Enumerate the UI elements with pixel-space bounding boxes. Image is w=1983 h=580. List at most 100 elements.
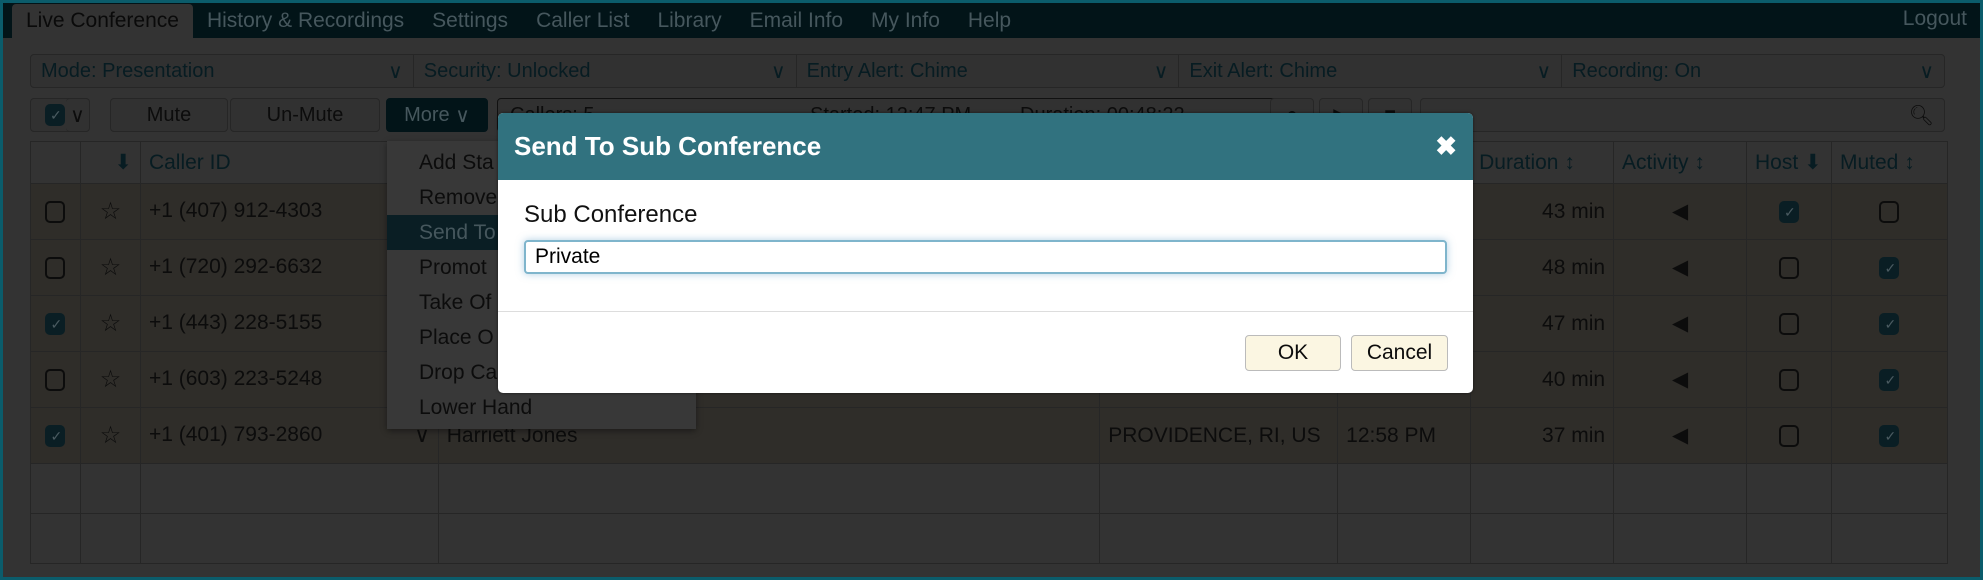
star-cell[interactable]: ☆: [79, 351, 141, 408]
activity-cell: ◀: [1613, 295, 1747, 352]
tab-history-recordings[interactable]: History & Recordings: [193, 4, 418, 38]
conference-settings-bar: Mode: Presentation ∨ Security: Unlocked ∨ …: [30, 54, 1945, 88]
row-select[interactable]: [30, 239, 81, 296]
row-select[interactable]: [30, 295, 81, 352]
host-cell[interactable]: [1746, 183, 1832, 240]
duration-header[interactable]: Duration ↕: [1470, 141, 1615, 184]
sort-icon: ↕: [1694, 150, 1705, 174]
tab-help[interactable]: Help: [954, 4, 1025, 38]
duration-cell: 40 min: [1470, 351, 1615, 408]
entry-alert-select[interactable]: Entry Alert: Chime ∨: [797, 55, 1180, 87]
host-cell[interactable]: [1746, 239, 1832, 296]
muted-checkbox[interactable]: [1879, 200, 1900, 223]
tab-email-info[interactable]: Email Info: [736, 4, 857, 38]
muted-cell[interactable]: [1830, 351, 1949, 408]
select-dropdown[interactable]: ∨: [66, 98, 90, 132]
checkbox[interactable]: [45, 200, 66, 223]
sort-icon: ↕: [1904, 150, 1915, 174]
star-cell[interactable]: ☆: [79, 239, 141, 296]
row-select[interactable]: [30, 183, 81, 240]
muted-cell[interactable]: [1830, 295, 1949, 352]
close-icon[interactable]: ✖: [1435, 113, 1457, 180]
row-select[interactable]: [30, 351, 81, 408]
host-checkbox[interactable]: [1778, 256, 1799, 279]
chevron-down-icon: ∨: [1536, 60, 1552, 83]
logout-link[interactable]: Logout: [1903, 0, 1967, 38]
activity-header[interactable]: Activity ↕: [1613, 141, 1747, 184]
more-button[interactable]: More ∨: [386, 98, 488, 132]
row-select[interactable]: [30, 407, 81, 464]
activity-cell: ◀: [1613, 407, 1747, 464]
sub-conference-label: Sub Conference: [524, 201, 698, 228]
star-icon[interactable]: ☆: [100, 422, 122, 449]
star-icon[interactable]: ☆: [100, 310, 122, 337]
activity-cell: ◀: [1613, 239, 1747, 296]
select-column-header: [30, 141, 81, 184]
location-cell: PROVIDENCE, RI, US: [1099, 407, 1339, 464]
menu-item[interactable]: Lower Hand: [387, 390, 696, 425]
tab-my-info[interactable]: My Info: [857, 4, 954, 38]
muted-cell[interactable]: [1830, 183, 1949, 240]
muted-header[interactable]: Muted ↕: [1830, 141, 1949, 184]
star-icon[interactable]: ☆: [100, 198, 122, 225]
sort-icon: ↕: [1564, 150, 1575, 174]
checkbox[interactable]: [45, 424, 66, 447]
speaker-icon: ◀: [1671, 368, 1689, 391]
caller-id: +1 (443) 228-5155: [148, 311, 323, 334]
sub-conference-input[interactable]: [524, 240, 1447, 274]
recording-select[interactable]: Recording: On ∨: [1562, 55, 1944, 87]
star-icon[interactable]: ☆: [100, 254, 122, 281]
activity-header-label: Activity: [1622, 150, 1689, 174]
exit-alert-select[interactable]: Exit Alert: Chime ∨: [1179, 55, 1563, 87]
mode-select[interactable]: Mode: Presentation ∨: [31, 55, 414, 87]
chevron-down-icon: ∨: [70, 104, 85, 127]
host-checkbox[interactable]: [1778, 368, 1799, 391]
send-to-sub-conference-dialog: Send To Sub Conference ✖ Sub Conference O…: [498, 113, 1473, 393]
security-select[interactable]: Security: Unlocked ∨: [414, 55, 797, 87]
muted-checkbox[interactable]: [1879, 256, 1900, 279]
ok-button[interactable]: OK: [1245, 335, 1341, 371]
muted-checkbox[interactable]: [1879, 368, 1900, 391]
star-icon[interactable]: ☆: [100, 366, 122, 393]
table-row[interactable]: ☆ +1 (401) 793-2860∨ Harriett Jones PROV…: [30, 407, 1949, 464]
entry-alert-label: Entry Alert: Chime: [806, 59, 968, 82]
dialog-header: Send To Sub Conference ✖: [498, 113, 1473, 180]
host-checkbox[interactable]: [1778, 312, 1799, 335]
tab-settings[interactable]: Settings: [418, 4, 522, 38]
search-input[interactable]: 🔍︎: [1420, 98, 1945, 132]
muted-checkbox[interactable]: [1879, 424, 1900, 447]
host-header[interactable]: Host ⬇: [1746, 141, 1832, 184]
tab-live-conference[interactable]: Live Conference: [12, 4, 193, 38]
mute-button[interactable]: Mute: [110, 98, 228, 132]
star-column-header[interactable]: ⬇: [79, 141, 141, 184]
unmute-button[interactable]: Un-Mute: [230, 98, 380, 132]
tab-library[interactable]: Library: [643, 4, 735, 38]
muted-cell[interactable]: [1830, 239, 1949, 296]
checkbox[interactable]: [45, 368, 66, 391]
checkbox[interactable]: [45, 256, 66, 279]
speaker-icon: ◀: [1671, 424, 1689, 447]
tab-caller-list[interactable]: Caller List: [522, 4, 643, 38]
star-cell[interactable]: ☆: [79, 407, 141, 464]
top-nav: Live Conference History & Recordings Set…: [0, 0, 1983, 38]
checkbox[interactable]: [45, 312, 66, 335]
caller-id: +1 (407) 912-4303: [148, 199, 323, 222]
activity-cell: ◀: [1613, 183, 1747, 240]
star-cell[interactable]: ☆: [79, 295, 141, 352]
host-cell[interactable]: [1746, 351, 1832, 408]
host-cell[interactable]: [1746, 295, 1832, 352]
muted-cell[interactable]: [1830, 407, 1949, 464]
host-checkbox[interactable]: [1778, 200, 1799, 223]
sort-down-icon: ⬇: [1804, 151, 1822, 174]
star-cell[interactable]: ☆: [79, 183, 141, 240]
more-label: More: [404, 103, 450, 126]
host-checkbox[interactable]: [1778, 424, 1799, 447]
empty-row: [30, 463, 1949, 514]
recording-label: Recording: On: [1572, 59, 1702, 82]
activity-cell: ◀: [1613, 351, 1747, 408]
host-cell[interactable]: [1746, 407, 1832, 464]
cancel-button[interactable]: Cancel: [1351, 335, 1448, 371]
chevron-down-icon: ∨: [455, 104, 470, 127]
dialog-divider: [498, 311, 1473, 312]
muted-checkbox[interactable]: [1879, 312, 1900, 335]
